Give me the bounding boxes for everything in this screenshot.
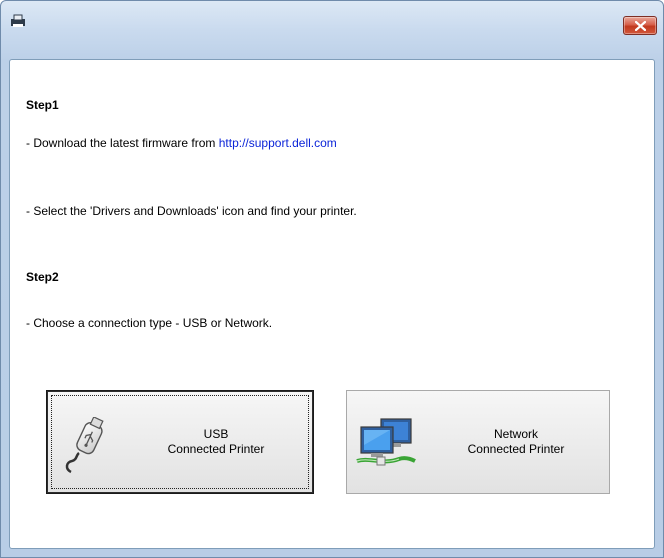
drivers-instruction: - Select the 'Drivers and Downloads' ico… <box>26 204 357 218</box>
usb-button-label: USB Connected Printer <box>141 427 291 457</box>
usb-drive-icon <box>65 417 104 474</box>
printer-app-icon <box>11 14 25 27</box>
connection-instruction: - Choose a connection type - USB or Netw… <box>26 316 273 330</box>
close-icon <box>635 21 646 31</box>
step2-heading: Step2 <box>26 270 59 284</box>
network-label-line2: Connected Printer <box>467 442 565 456</box>
support-link[interactable]: http://support.dell.com <box>219 136 337 150</box>
network-computers-icon <box>356 418 416 466</box>
network-button-label: Network Connected Printer <box>441 427 591 457</box>
dialog-content: Step1 - Download the latest firmware fro… <box>9 59 655 549</box>
close-button[interactable] <box>623 16 657 35</box>
network-label-line1: Network <box>493 427 538 441</box>
usb-label-line2: Connected Printer <box>167 442 265 456</box>
download-instruction: - Download the latest firmware from http… <box>26 136 337 150</box>
usb-connected-printer-button[interactable]: USB Connected Printer <box>46 390 314 494</box>
title-bar[interactable] <box>1 1 663 37</box>
step1-heading: Step1 <box>26 98 59 112</box>
download-instruction-text: - Download the latest firmware from <box>26 136 219 150</box>
usb-label-line1: USB <box>203 427 229 441</box>
dialog-window: Step1 - Download the latest firmware fro… <box>0 0 664 558</box>
network-connected-printer-button[interactable]: Network Connected Printer <box>346 390 610 494</box>
